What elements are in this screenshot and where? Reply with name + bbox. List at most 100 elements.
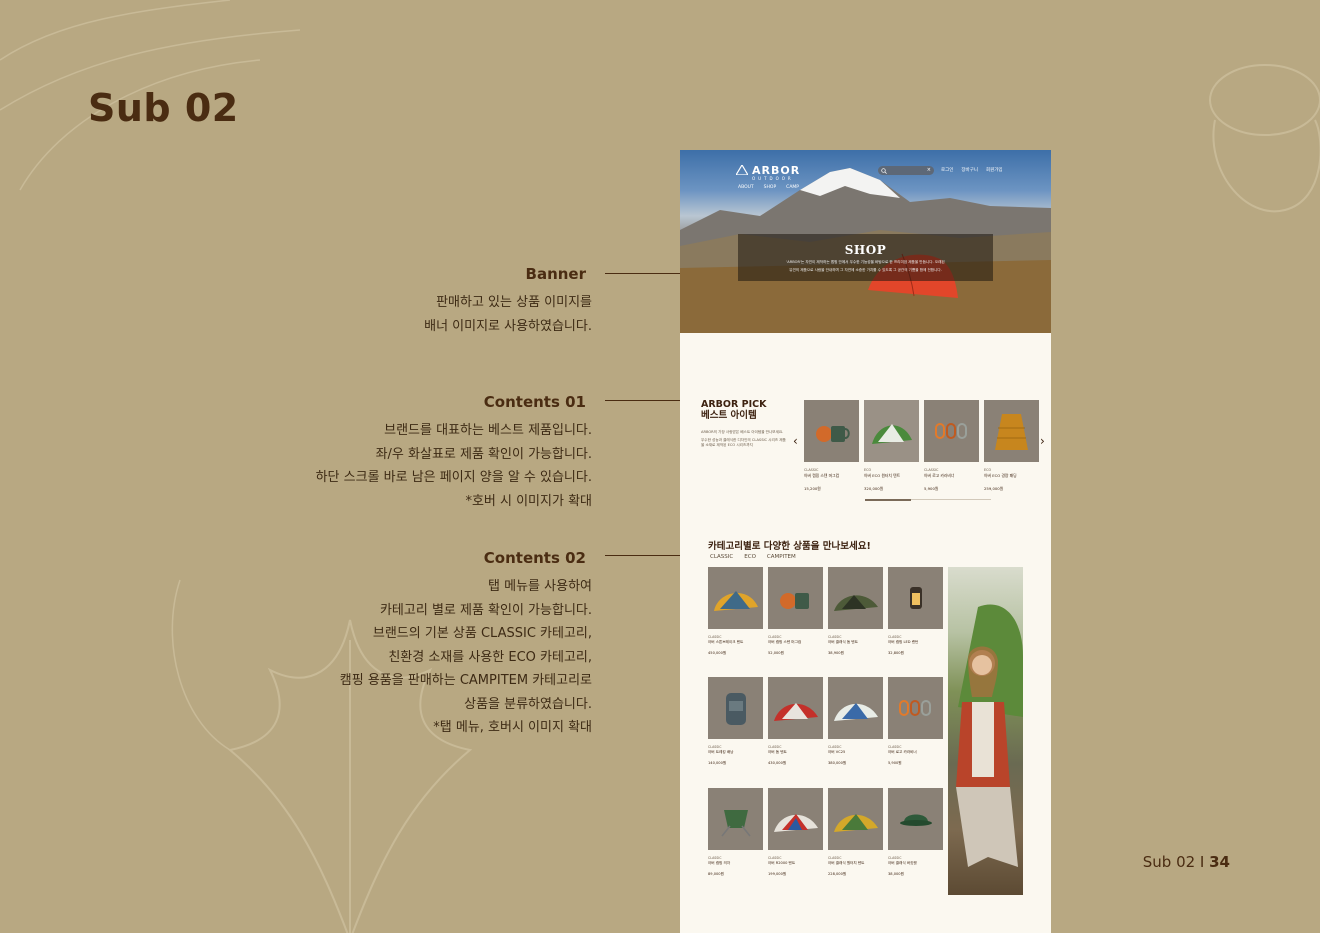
carousel-scrollbar[interactable] (865, 498, 991, 501)
product-card[interactable]: CLASSIC 아버 R2000 텐트 199,000원 (768, 788, 823, 877)
product-category: CLASSIC (708, 635, 722, 639)
product-card[interactable]: CLASSIC 아버 스톤브레이크 텐트 450,000원 (708, 567, 763, 656)
nav-camp[interactable]: CAMP (786, 185, 799, 190)
product-card[interactable]: CLASSIC 아버 클래식 돔 텐트 38,900원 (828, 567, 883, 656)
item-name: 아버 ECO 경량 패딩 (984, 473, 1017, 478)
product-card[interactable]: CLASSIC 아버 트레킹 배낭 140,000원 (708, 677, 763, 766)
util-cart-link[interactable]: 장바구니 (961, 168, 978, 173)
product-name: 아버 캠핑 LED 랜턴 (888, 640, 919, 644)
product-name: 아버 스톤브레이크 텐트 (708, 640, 744, 644)
product-price: 380,000원 (828, 761, 847, 765)
product-card[interactable]: CLASSIC 아버 로고 카라비너 5,900원 (888, 677, 943, 766)
annotation-line: 브랜드의 기본 상품 CLASSIC 카테고리, (372, 626, 592, 641)
prev-arrow-button[interactable]: ‹ (793, 434, 798, 448)
page-title: Sub 02 (88, 86, 239, 130)
annotation-contents-01: Contents 01 브랜드를 대표하는 베스트 제품입니다. 좌/우 화살표… (316, 393, 592, 513)
product-card[interactable]: CLASSIC 아버 클래식 버킷햇 38,000원 (888, 788, 943, 877)
banner-desc: 유연의 제품으로 사람을 안내하며 그 자연에 소중한 가치를 수 있도록 그 … (789, 268, 942, 272)
product-image (768, 788, 823, 850)
annotation-line: 카테고리 별로 제품 확인이 가능합니다. (379, 602, 592, 618)
connector-line-banner (605, 273, 680, 274)
best-desc-line: ARBOR의 가장 사랑받은 베스트 아이템을 만나보세요. (701, 430, 784, 434)
banner-caption-box: SHOP 'ARBOR'는 자연이 제작하는 맵핑 안에서 우수한 기능성을 바… (738, 234, 993, 281)
best-title-line: 베스트 아이템 (701, 409, 757, 421)
product-image (828, 788, 883, 850)
annotation-line: 배너 이미지로 사용하였습니다. (424, 318, 592, 334)
product-name: 아버 캠핑 의자 (708, 861, 731, 865)
annotation-title: Contents 02 (483, 549, 586, 567)
utility-nav: 로그인 장바구니 회원가입 (941, 167, 1011, 173)
tab-eco[interactable]: ECO (744, 554, 756, 560)
product-image-padding (984, 400, 1039, 462)
product-card[interactable]: CLASSIC 아버 캠핑 의자 89,000원 (708, 788, 763, 877)
item-price: 320,000원 (864, 486, 884, 491)
search-input[interactable]: × (878, 166, 934, 175)
product-name: 아버 VC25 (828, 750, 846, 754)
product-image (768, 677, 823, 739)
product-category: CLASSIC (828, 635, 842, 639)
product-price: 140,000원 (708, 761, 727, 765)
annotation-title: Banner (525, 265, 586, 283)
tab-classic[interactable]: CLASSIC (710, 554, 733, 560)
annotation-line: *호버 시 이미지가 확대 (465, 493, 592, 509)
annotation-line: 캠핑 용품을 판매하는 CAMPITEM 카테고리로 (339, 673, 592, 688)
item-name: 아버 로고 카라비너 (924, 473, 955, 478)
category-section-title: 카테고리별로 다양한 상품을 만나보세요! (708, 541, 871, 552)
product-image (888, 788, 943, 850)
tab-campitem[interactable]: CAMPITEM (767, 554, 796, 560)
best-title-line: ARBOR PICK (701, 399, 767, 410)
product-category: CLASSIC (828, 745, 842, 749)
footer-section-label: Sub 02 I (1142, 853, 1210, 871)
product-price: 228,000원 (828, 872, 847, 876)
product-price: 450,000원 (708, 651, 727, 655)
annotation-line: 하단 스크롤 바로 남은 페이지 양을 알 수 있습니다. (315, 470, 592, 485)
product-image (708, 677, 763, 739)
util-login-link[interactable]: 로그인 (941, 168, 953, 173)
product-name: 아버 돔 텐트 (768, 750, 787, 754)
product-price: 32,800원 (888, 651, 904, 655)
product-category: CLASSIC (768, 635, 782, 639)
best-item-card[interactable]: ECO 아버 ECO 원터치 텐트 320,000원 (864, 400, 919, 492)
product-name: 아버 트레킹 배낭 (708, 750, 734, 754)
best-item-card[interactable]: CLASSIC 아버 캠핑 스텐 머그컵 15,200원 (804, 400, 859, 492)
product-price: 430,000원 (768, 761, 787, 765)
product-card[interactable]: CLASSIC 아버 클래식 원터치 텐트 228,000원 (828, 788, 883, 877)
product-card[interactable]: CLASSIC 아버 돔 텐트 430,000원 (768, 677, 823, 766)
item-category: CLASSIC (804, 468, 819, 472)
product-image (888, 567, 943, 629)
model-photo (948, 567, 1023, 895)
product-card[interactable]: CLASSIC 아버 캠핑 LED 랜턴 32,800원 (888, 567, 943, 656)
annotation-line: 탭 메뉴를 사용하여 (488, 579, 592, 594)
product-card[interactable]: CLASSIC 아버 캠핑 스텐 머그컵 52,000원 (768, 567, 823, 656)
close-icon[interactable]: × (927, 167, 931, 173)
product-category: CLASSIC (768, 856, 782, 860)
scrollbar-thumb[interactable] (865, 498, 911, 501)
annotation-line: 브랜드를 대표하는 베스트 제품입니다. (384, 423, 592, 438)
product-category: CLASSIC (828, 856, 842, 860)
annotation-line: 판매하고 있는 상품 이미지를 (436, 295, 592, 310)
product-name: 아버 클래식 돔 텐트 (828, 640, 858, 644)
banner-title: SHOP (844, 243, 887, 257)
product-category: CLASSIC (708, 856, 722, 860)
product-card[interactable]: CLASSIC 아버 VC25 380,000원 (828, 677, 883, 766)
product-image (708, 788, 763, 850)
product-name: 아버 R2000 텐트 (768, 861, 796, 865)
nav-shop[interactable]: SHOP (764, 185, 777, 190)
best-item-card[interactable]: ECO 아버 ECO 경량 패딩 259,000원 (984, 400, 1039, 492)
next-arrow-button[interactable]: › (1040, 434, 1045, 448)
best-desc-line: 우수한 성능과 클래식한 디자인의 CLASSIC 시리즈 제품을 소재로 제작… (701, 438, 786, 448)
product-category: CLASSIC (888, 635, 902, 639)
best-item-card[interactable]: CLASSIC 아버 로고 카라비너 5,900원 (924, 400, 979, 492)
site-logo[interactable]: ARBOR OUTDOOR (736, 164, 800, 181)
product-category: CLASSIC (708, 745, 722, 749)
product-image (828, 567, 883, 629)
page-number: 34 (1209, 853, 1230, 871)
item-price: 15,200원 (804, 486, 821, 491)
item-name: 아버 ECO 원터치 텐트 (864, 473, 901, 478)
nav-about[interactable]: ABOUT (738, 185, 754, 190)
product-image (888, 677, 943, 739)
category-tabs: CLASSIC ECO CAMPITEM (710, 554, 807, 560)
best-section-desc: ARBOR의 가장 사랑받은 베스트 아이템을 만나보세요. 우수한 성능과 클… (701, 430, 789, 452)
annotation-line: 친환경 소재를 사용한 ECO 카테고리, (388, 649, 592, 665)
util-join-link[interactable]: 회원가입 (986, 168, 1003, 173)
